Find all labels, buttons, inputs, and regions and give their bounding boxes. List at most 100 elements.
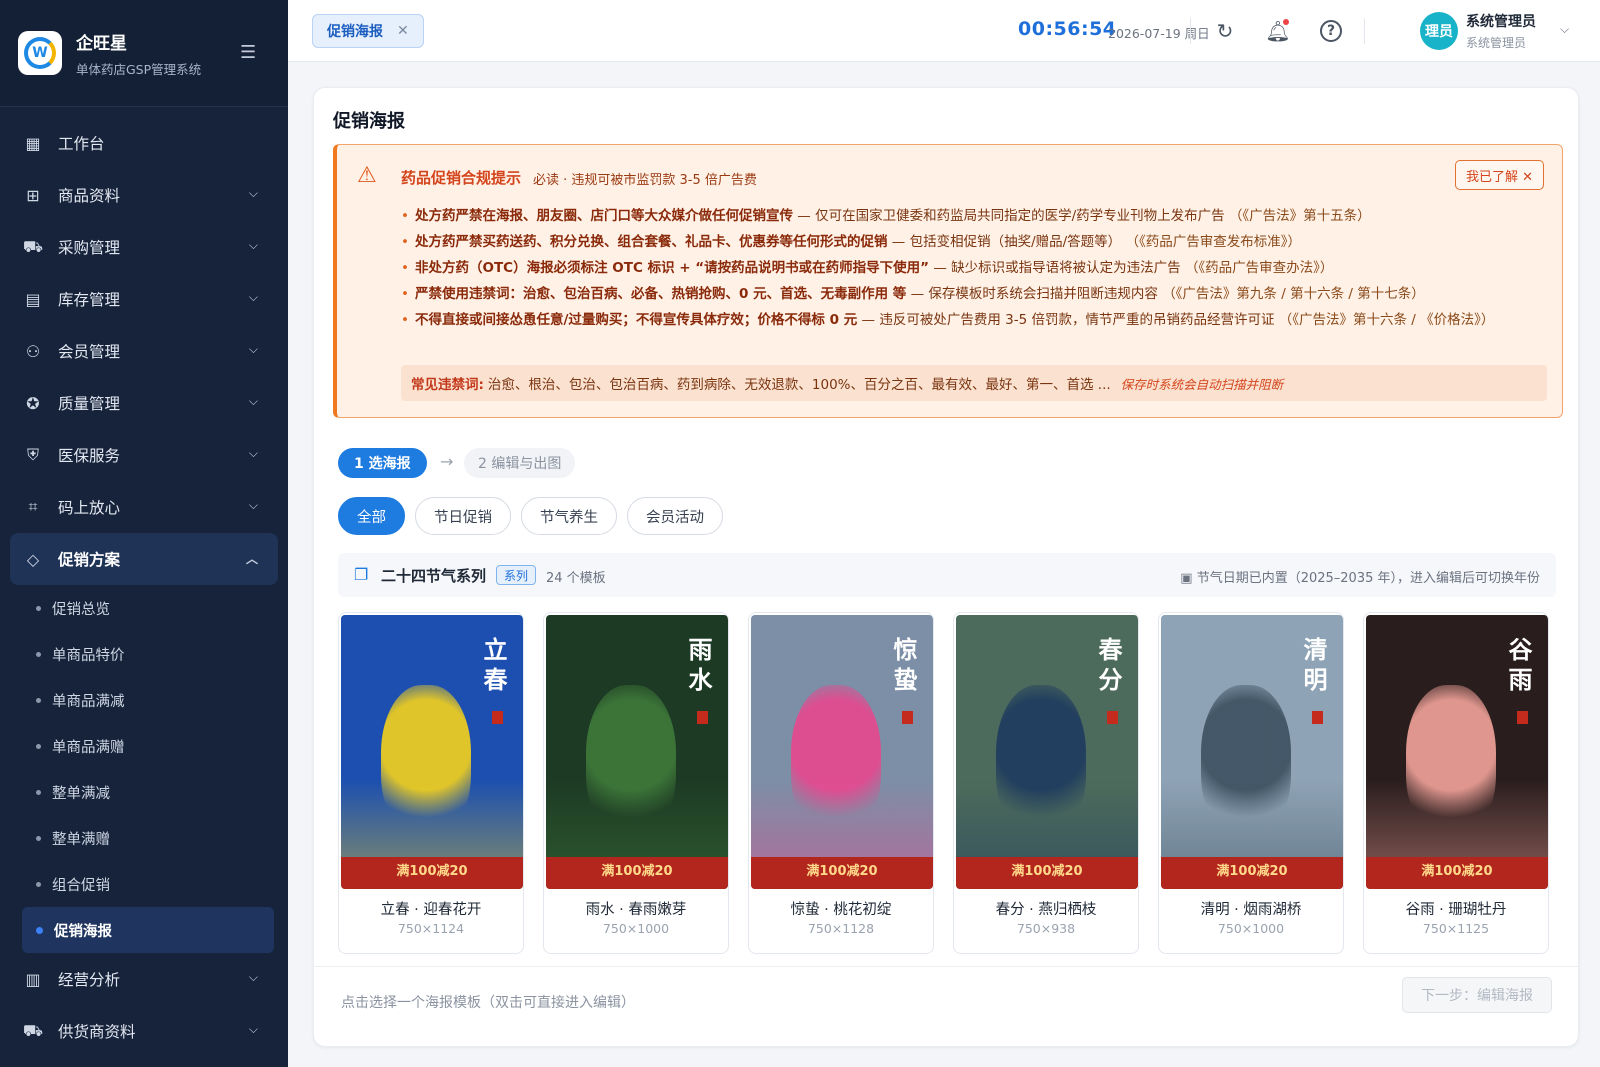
- poster-seal: [697, 711, 708, 724]
- warning-rule: 处方药严禁在海报、朋友圈、店门口等大众媒介做任何促销宣传 — 仅可在国家卫健委和…: [401, 203, 1541, 229]
- poster-promo-text: 满100减20: [1011, 864, 1083, 879]
- poster-promo-band: 满100减20: [341, 857, 523, 889]
- poster-solar-term: 清明: [1299, 637, 1328, 697]
- main-card: 促销海报 ⚠ 药品促销合规提示 必读 · 违规可被市监罚款 3-5 倍广告费 我…: [313, 87, 1580, 1047]
- series-header: ❐ 二十四节气系列 系列 24 个模板 ▣ 节气日期已内置（2025–2035 …: [338, 553, 1556, 597]
- filter-festival[interactable]: 节日促销: [415, 497, 511, 535]
- poster-name: 惊蛰 · 桃花初绽: [790, 902, 892, 918]
- close-icon[interactable]: ✕: [397, 23, 409, 39]
- poster-card[interactable]: 雨水 满100减20 雨水 · 春雨嫩芽 750×1000: [543, 612, 729, 954]
- step-select-poster[interactable]: 1 选海报: [338, 448, 427, 478]
- collection-icon: ❐: [354, 565, 369, 584]
- sidebar-collapse-icon[interactable]: ☰: [240, 42, 256, 63]
- chevron-down-icon[interactable]: ⌵: [1560, 22, 1569, 37]
- chevron-down-icon: ⌵: [248, 290, 258, 304]
- warning-rule: 非处方药（OTC）海报必须标注 OTC 标识 + “请按药品说明书或在药师指导下…: [401, 255, 1541, 281]
- warning-rule: 处方药严禁买药送药、积分兑换、组合套餐、礼品卡、优惠券等任何形式的促销 — 包括…: [401, 229, 1541, 255]
- dismiss-warning-button[interactable]: 我已了解 ✕: [1454, 160, 1544, 190]
- notification-dot: [1283, 19, 1289, 25]
- step-edit-export[interactable]: 2 编辑与出图: [464, 448, 576, 478]
- warning-rules: 处方药严禁在海报、朋友圈、店门口等大众媒介做任何促销宣传 — 仅可在国家卫健委和…: [401, 203, 1541, 333]
- poster-card[interactable]: 谷雨 满100减20 谷雨 · 珊瑚牡丹 750×1125: [1363, 612, 1549, 954]
- refresh-icon[interactable]: ↻: [1212, 18, 1238, 44]
- poster-card[interactable]: 春分 满100减20 春分 · 燕归栖枝 750×938: [953, 612, 1139, 954]
- poster-solar-term: 雨水: [684, 637, 713, 697]
- poster-size: 750×1124: [397, 921, 465, 936]
- shield-icon: ⛨: [26, 445, 39, 464]
- warning-rule: 不得直接或间接怂恿任意/过量购买；不得宣传具体疗效；价格不得标 0 元 — 违反…: [401, 307, 1541, 333]
- chart-icon: ▥: [25, 969, 41, 989]
- user-name[interactable]: 系统管理员: [1466, 11, 1536, 31]
- next-step-button[interactable]: 下一步：编辑海报: [1402, 977, 1552, 1013]
- date-display: 2026-07-19 周日: [1108, 26, 1210, 41]
- filter-solar-term[interactable]: 节气养生: [521, 497, 617, 535]
- chevron-down-icon: ⌵: [248, 498, 258, 512]
- poster-promo-text: 满100减20: [396, 864, 468, 879]
- series-title: 二十四节气系列: [381, 567, 487, 585]
- sidebar-sub-single-gift[interactable]: 单商品满赠: [0, 723, 288, 769]
- poster-promo-text: 满100减20: [1216, 864, 1288, 879]
- sidebar-sub-combo[interactable]: 组合促销: [0, 861, 288, 907]
- poster-name: 谷雨 · 珊瑚牡丹: [1405, 902, 1507, 918]
- poster-name: 雨水 · 春雨嫩芽: [585, 902, 687, 918]
- filter-member[interactable]: 会员活动: [627, 497, 723, 535]
- poster-solar-term: 立春: [479, 637, 508, 697]
- poster-solar-term: 惊蛰: [889, 637, 918, 697]
- poster-seal: [492, 711, 503, 724]
- sidebar-item-members[interactable]: ⚇ 会员管理 ⌵: [0, 325, 288, 377]
- category-filters: 全部 节日促销 节气养生 会员活动: [338, 497, 723, 535]
- sidebar-sub-order-discount[interactable]: 整单满减: [0, 769, 288, 815]
- sidebar-sub-overview[interactable]: 促销总览: [0, 585, 288, 631]
- chevron-down-icon: ⌵: [248, 186, 258, 200]
- poster-size: 750×938: [1016, 921, 1076, 936]
- qrcode-icon: ⌗: [28, 497, 38, 516]
- poster-thumbnail: 春分满100减20: [956, 615, 1138, 889]
- sidebar-item-suppliers[interactable]: ⛟ 供货商资料 ⌵: [0, 1005, 288, 1057]
- poster-seal: [1517, 711, 1528, 724]
- chevron-down-icon: ⌵: [248, 446, 258, 460]
- sidebar-item-analytics[interactable]: ▥ 经营分析 ⌵: [0, 953, 288, 1005]
- sidebar-sub-order-gift[interactable]: 整单满赠: [0, 815, 288, 861]
- poster-card[interactable]: 清明 满100减20 清明 · 烟雨湖桥 750×1000: [1158, 612, 1344, 954]
- tab-promo-poster[interactable]: 促销海报 ✕: [312, 14, 424, 48]
- brand-name: 企旺星: [76, 33, 127, 54]
- chevron-up-icon: ︿: [245, 552, 258, 566]
- filter-all[interactable]: 全部: [338, 497, 405, 535]
- poster-motif: [381, 685, 471, 835]
- sidebar-sub-single-discount[interactable]: 单商品满减: [0, 677, 288, 723]
- help-icon[interactable]: ?: [1318, 18, 1344, 44]
- sidebar-item-quality[interactable]: ✪ 质量管理 ⌵: [0, 377, 288, 429]
- sidebar-item-promotion[interactable]: ◇ 促销方案 ︿: [10, 533, 278, 585]
- sidebar-item-traceability[interactable]: ⌗ 码上放心 ⌵: [0, 481, 288, 533]
- sidebar-item-purchase[interactable]: ⛟ 采购管理 ⌵: [0, 221, 288, 273]
- calendar-icon: ▣: [1180, 571, 1197, 586]
- poster-card[interactable]: 立春 满100减20 立春 · 迎春花开 750×1124: [338, 612, 524, 954]
- poster-promo-band: 满100减20: [1366, 857, 1548, 889]
- sidebar-item-inventory[interactable]: ▤ 库存管理 ⌵: [0, 273, 288, 325]
- user-role: 系统管理员: [1466, 36, 1527, 50]
- series-count: 24 个模板: [546, 571, 606, 586]
- archive-icon: ▤: [25, 289, 41, 309]
- truck-icon: ⛟: [22, 1020, 44, 1040]
- bell-icon[interactable]: 🔔︎: [1265, 18, 1291, 44]
- warning-subtitle: 必读 · 违规可被市监罚款 3-5 倍广告费: [533, 173, 757, 188]
- poster-solar-term: 春分: [1094, 637, 1123, 697]
- poster-solar-term: 谷雨: [1504, 637, 1533, 697]
- chevron-down-icon: ⌵: [248, 394, 258, 408]
- poster-thumbnail: 谷雨满100减20: [1366, 615, 1548, 889]
- sidebar-item-products[interactable]: ⊞ 商品资料 ⌵: [0, 169, 288, 221]
- poster-promo-band: 满100减20: [1161, 857, 1343, 889]
- sidebar-menu: ▦ 工作台 ⊞ 商品资料 ⌵ ⛟ 采购管理 ⌵ ▤ 库存管理 ⌵ ⚇ 会员管理 ⌵ ✪ 质量管理 ⌵ …: [0, 107, 288, 1057]
- poster-card[interactable]: 惊蛰 满100减20 惊蛰 · 桃花初绽 750×1128: [748, 612, 934, 954]
- sidebar-item-dashboard[interactable]: ▦ 工作台: [0, 117, 288, 169]
- poster-seal: [1312, 711, 1323, 724]
- badge-check-icon: ✪: [26, 393, 40, 413]
- poster-seal: [1107, 711, 1118, 724]
- poster-motif: [586, 685, 676, 835]
- sidebar-sub-single-special[interactable]: 单商品特价: [0, 631, 288, 677]
- sidebar-sub-poster[interactable]: 促销海报: [22, 907, 274, 953]
- sidebar-item-insurance[interactable]: ⛨ 医保服务 ⌵: [0, 429, 288, 481]
- avatar[interactable]: 理员: [1420, 12, 1458, 50]
- poster-promo-band: 满100减20: [956, 857, 1138, 889]
- dashboard-icon: ▦: [25, 133, 41, 153]
